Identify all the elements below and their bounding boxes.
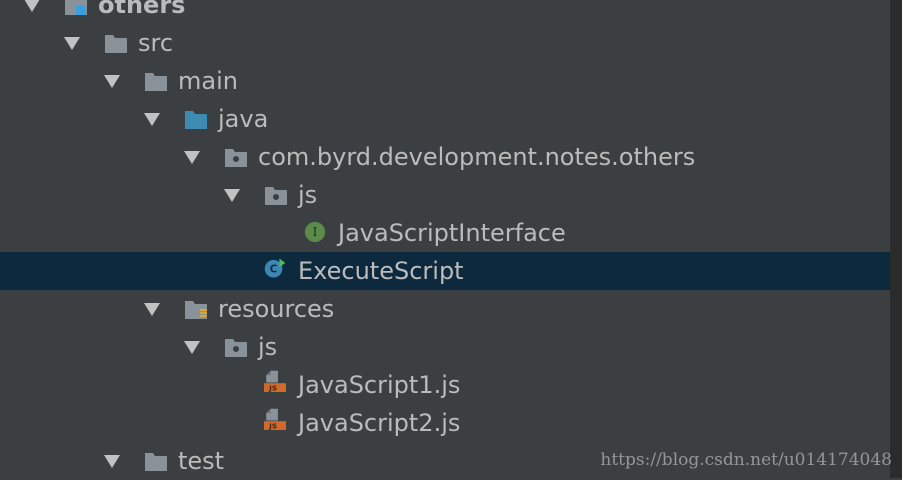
tree-label: com.byrd.development.notes.others xyxy=(258,143,696,171)
class-runnable-icon: C xyxy=(264,258,286,278)
package-icon xyxy=(265,187,287,205)
project-tree: others src main java com.byrd.developmen… xyxy=(0,0,890,478)
module-folder-icon xyxy=(65,0,87,15)
expand-arrow-icon[interactable] xyxy=(184,341,200,354)
folder-icon xyxy=(145,73,167,91)
tree-row-resources-js[interactable]: js xyxy=(0,328,890,366)
class-glyph: C xyxy=(270,263,278,275)
js-badge-glyph: JS xyxy=(268,422,277,430)
js-file-icon: JS xyxy=(264,408,286,430)
expand-arrow-icon[interactable] xyxy=(64,37,80,50)
tree-row-execute-script[interactable]: C ExecuteScript xyxy=(0,252,890,290)
tree-label: src xyxy=(138,29,174,57)
vertical-scrollbar[interactable] xyxy=(890,0,902,478)
js-badge-glyph: JS xyxy=(268,384,277,392)
tree-row-javascript1[interactable]: JS JavaScript1.js xyxy=(0,366,890,404)
tree-label: JavaScriptInterface xyxy=(338,219,566,247)
tree-row-js-package[interactable]: js xyxy=(0,176,890,214)
source-folder-icon xyxy=(185,111,207,129)
folder-icon xyxy=(105,35,127,53)
watermark: https://blog.csdn.net/u014174048 xyxy=(600,450,892,470)
tree-row-resources[interactable]: resources xyxy=(0,290,890,328)
folder-icon xyxy=(145,453,167,471)
expand-arrow-icon[interactable] xyxy=(184,151,200,164)
tree-row-src[interactable]: src xyxy=(0,24,890,62)
expand-arrow-icon[interactable] xyxy=(104,455,120,468)
tree-row-main[interactable]: main xyxy=(0,62,890,100)
expand-arrow-icon[interactable] xyxy=(224,189,240,202)
tree-label: resources xyxy=(218,295,335,323)
tree-label: js xyxy=(258,333,278,361)
tree-label: JavaScript1.js xyxy=(298,371,461,399)
package-icon xyxy=(225,339,247,357)
js-file-icon: JS xyxy=(264,370,286,392)
expand-arrow-icon[interactable] xyxy=(24,0,40,12)
resources-folder-icon xyxy=(185,301,207,319)
tree-label: ExecuteScript xyxy=(298,257,464,285)
tree-label: JavaScript2.js xyxy=(298,409,461,437)
tree-row-package[interactable]: com.byrd.development.notes.others xyxy=(0,138,890,176)
expand-arrow-icon[interactable] xyxy=(144,113,160,126)
tree-row-javascript-interface[interactable]: I JavaScriptInterface xyxy=(0,214,890,252)
expand-arrow-icon[interactable] xyxy=(104,75,120,88)
interface-icon: I xyxy=(304,221,326,243)
package-icon xyxy=(225,149,247,167)
tree-label: main xyxy=(178,67,238,95)
tree-label: test xyxy=(178,447,225,475)
expand-arrow-icon[interactable] xyxy=(144,303,160,316)
tree-label: others xyxy=(98,0,186,19)
tree-label: js xyxy=(298,181,318,209)
tree-label: java xyxy=(218,105,269,133)
tree-row-java[interactable]: java xyxy=(0,100,890,138)
interface-glyph: I xyxy=(313,225,318,239)
tree-row-others[interactable]: others xyxy=(0,0,890,24)
tree-row-javascript2[interactable]: JS JavaScript2.js xyxy=(0,404,890,442)
